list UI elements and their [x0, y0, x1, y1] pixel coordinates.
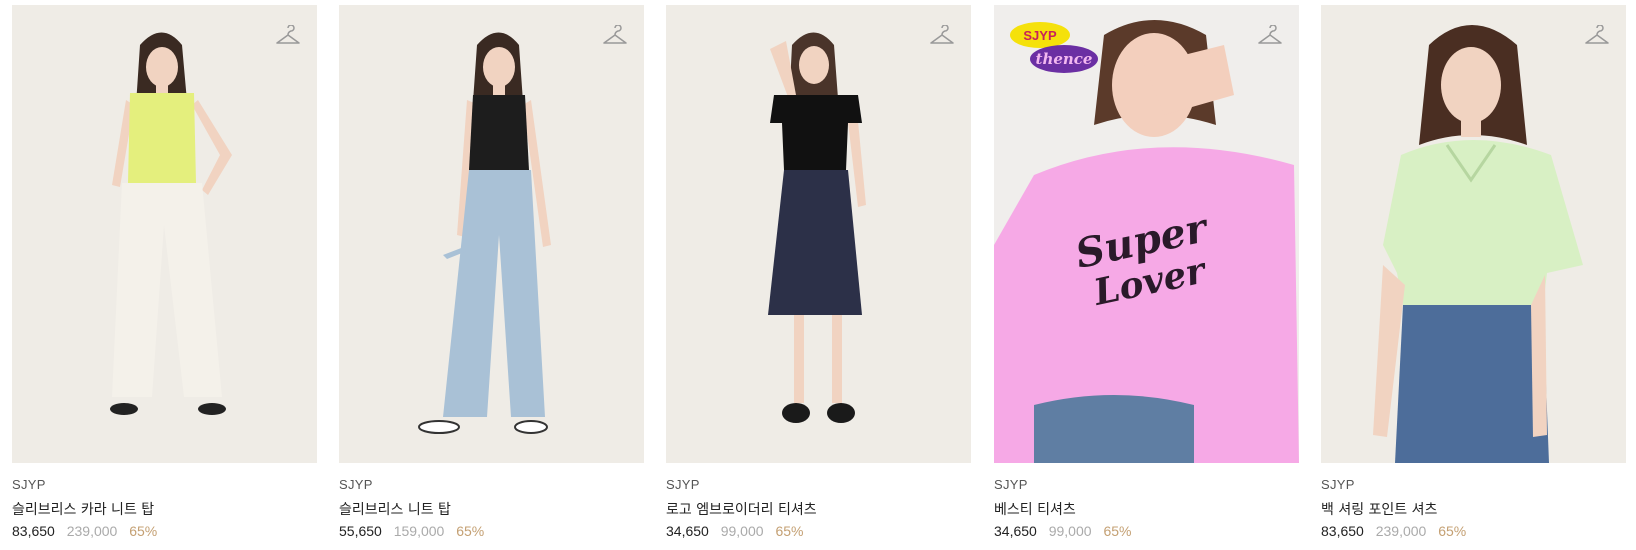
svg-text:SJYP: SJYP [1023, 28, 1057, 43]
model-photo [666, 5, 971, 463]
discount-rate: 65% [1438, 523, 1467, 539]
model-photo [12, 5, 317, 463]
brand-logo-badge: SJYP thence [1010, 22, 1098, 73]
price-row: 55,650 159,000 65% [339, 523, 484, 539]
discount-rate: 65% [1103, 523, 1132, 539]
original-price: 239,000 [1375, 523, 1427, 539]
product-grid: SJYP 슬리브리스 카라 니트 탑 83,650 239,000 65% SJ… [0, 0, 1636, 550]
product-name[interactable]: 베스티 티셔츠 [994, 499, 1076, 519]
sale-price: 34,650 [994, 523, 1037, 539]
product-name[interactable]: 로고 엠브로이더리 티셔츠 [666, 499, 817, 519]
product-brand: SJYP [339, 477, 373, 492]
hanger-icon[interactable] [602, 25, 628, 47]
product-brand: SJYP [12, 477, 46, 492]
product-image[interactable] [1321, 5, 1626, 463]
sale-price: 34,650 [666, 523, 709, 539]
product-image[interactable] [339, 5, 644, 463]
discount-rate: 65% [775, 523, 804, 539]
svg-text:thence: thence [1036, 50, 1093, 68]
price-row: 34,650 99,000 65% [666, 523, 803, 539]
hanger-icon[interactable] [275, 25, 301, 47]
product-image[interactable]: Super Lover SJYP thence [994, 5, 1299, 463]
hanger-icon[interactable] [1584, 25, 1610, 47]
product-card[interactable]: SJYP 슬리브리스 니트 탑 55,650 159,000 65% [339, 5, 644, 545]
product-card[interactable]: SJYP 로고 엠브로이더리 티셔츠 34,650 99,000 65% [666, 5, 971, 545]
price-row: 34,650 99,000 65% [994, 523, 1131, 539]
original-price: 159,000 [393, 523, 445, 539]
product-name[interactable]: 백 셔링 포인트 셔츠 [1321, 499, 1437, 519]
discount-rate: 65% [129, 523, 158, 539]
original-price: 99,000 [1048, 523, 1092, 539]
sale-price: 83,650 [1321, 523, 1364, 539]
price-row: 83,650 239,000 65% [1321, 523, 1466, 539]
sale-price: 55,650 [339, 523, 382, 539]
original-price: 239,000 [66, 523, 118, 539]
hanger-icon[interactable] [1257, 25, 1283, 47]
product-brand: SJYP [666, 477, 700, 492]
price-row: 83,650 239,000 65% [12, 523, 157, 539]
product-card[interactable]: SJYP 백 셔링 포인트 셔츠 83,650 239,000 65% [1321, 5, 1626, 545]
sale-price: 83,650 [12, 523, 55, 539]
hanger-icon[interactable] [929, 25, 955, 47]
model-photo [339, 5, 644, 463]
product-name[interactable]: 슬리브리스 카라 니트 탑 [12, 499, 154, 519]
product-brand: SJYP [1321, 477, 1355, 492]
model-photo [1321, 5, 1626, 463]
product-image[interactable] [666, 5, 971, 463]
product-image[interactable] [12, 5, 317, 463]
product-name[interactable]: 슬리브리스 니트 탑 [339, 499, 451, 519]
original-price: 99,000 [720, 523, 764, 539]
product-card[interactable]: Super Lover SJYP thence SJYP 베스티 티셔츠 34,… [994, 5, 1299, 545]
product-brand: SJYP [994, 477, 1028, 492]
discount-rate: 65% [456, 523, 485, 539]
product-card[interactable]: SJYP 슬리브리스 카라 니트 탑 83,650 239,000 65% [12, 5, 317, 545]
